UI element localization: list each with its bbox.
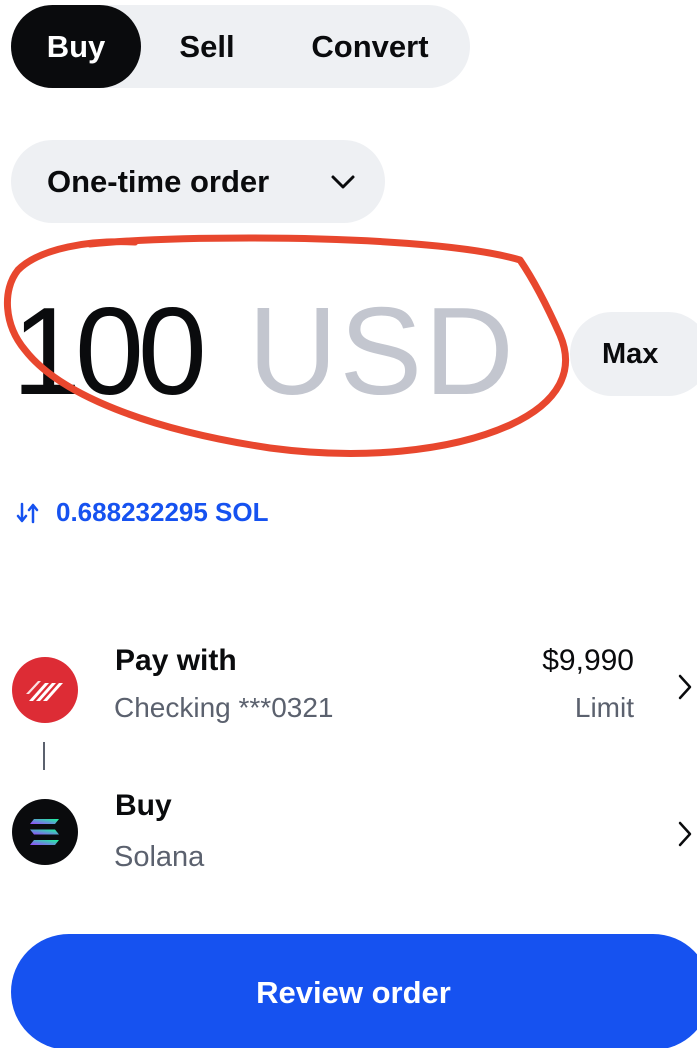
- chevron-down-icon: [331, 175, 355, 189]
- row-connector-line: [43, 742, 45, 770]
- max-label: Max: [602, 338, 659, 370]
- bank-of-america-icon: [12, 657, 78, 723]
- amount-input[interactable]: 100 USD: [0, 270, 560, 440]
- pay-with-account: Checking ***0321: [114, 692, 334, 723]
- solana-icon: [12, 799, 78, 865]
- tab-convert[interactable]: Convert: [279, 5, 461, 88]
- tab-buy[interactable]: Buy: [11, 5, 141, 88]
- pay-with-row[interactable]: Pay with Checking ***0321 $9,990 Limit: [0, 640, 697, 740]
- trade-type-tabs: Buy Sell Convert: [11, 5, 470, 88]
- review-order-button[interactable]: Review order: [11, 934, 697, 1048]
- buy-asset-title: Buy: [115, 789, 172, 822]
- converted-amount-text: 0.688232295 SOL: [56, 497, 269, 527]
- order-type-label: One-time order: [47, 164, 270, 199]
- swap-arrows-icon: [16, 502, 39, 524]
- review-order-label: Review order: [256, 975, 451, 1010]
- chevron-right-icon: [678, 821, 692, 847]
- chevron-right-icon: [678, 674, 692, 700]
- amount-value: 100: [12, 283, 207, 421]
- tab-sell[interactable]: Sell: [149, 5, 265, 88]
- pay-with-title: Pay with: [115, 644, 237, 677]
- pay-with-limit-label: Limit: [574, 692, 634, 723]
- buy-asset-name: Solana: [114, 841, 205, 873]
- pay-with-limit-amount: $9,990: [542, 644, 634, 677]
- max-button[interactable]: Max: [570, 312, 697, 396]
- amount-currency: USD: [248, 283, 516, 421]
- order-type-dropdown[interactable]: One-time order: [11, 140, 385, 223]
- buy-asset-row[interactable]: Buy Solana: [0, 785, 697, 880]
